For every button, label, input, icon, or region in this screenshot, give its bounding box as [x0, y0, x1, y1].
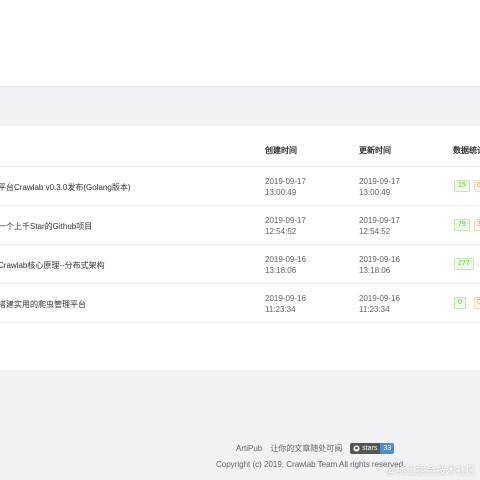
slogan-link[interactable]: 让你的文章随处可阅 — [270, 443, 342, 454]
created-time-cell: 2019-09-16 13:18:06 — [265, 254, 306, 276]
article-title-link[interactable]: 搭建实用的爬虫管理平台 — [0, 299, 86, 310]
updated-time: 12:54:52 — [359, 227, 391, 236]
updated-time-cell: 2019-09-16 11:23:34 — [359, 293, 400, 315]
badge-label: stars — [350, 443, 381, 454]
badge-label-text: stars — [362, 445, 378, 452]
header-row — [0, 34, 480, 87]
updated-time: 11:23:34 — [359, 305, 390, 314]
column-header-updated[interactable]: 更新时间 — [359, 145, 391, 156]
created-time: 11:23:34 — [265, 305, 296, 314]
github-icon — [353, 445, 360, 452]
github-stars-badge[interactable]: stars 33 — [350, 443, 395, 454]
created-time-cell: 2019-09-17 13:00:49 — [265, 176, 306, 198]
article-title-link[interactable]: Crawlab核心原理--分布式架构 — [0, 260, 105, 271]
updated-date: 2019-09-17 — [359, 177, 400, 186]
updated-date: 2019-09-16 — [359, 294, 400, 303]
top-bar — [0, 0, 480, 35]
badge-count: 33 — [380, 443, 395, 454]
table-row[interactable]: Crawlab核心原理--分布式架构 2019-09-16 13:18:06 2… — [0, 245, 480, 284]
created-time: 12:54:52 — [265, 227, 297, 236]
updated-time-cell: 2019-09-17 12:54:52 — [359, 215, 400, 237]
updated-time-cell: 2019-09-17 13:00:49 — [359, 176, 400, 198]
created-time-cell: 2019-09-17 12:54:52 — [265, 215, 306, 237]
table-row[interactable]: 搭建实用的爬虫管理平台 2019-09-16 11:23:34 2019-09-… — [0, 284, 480, 323]
column-header-created[interactable]: 创建时间 — [265, 145, 297, 156]
article-table: 创建时间 更新时间 数据统计 平台Crawlab v0.3.0发布(Golang… — [0, 134, 480, 323]
column-header-stats: 数据统计 — [453, 146, 480, 155]
created-date: 2019-09-17 — [265, 216, 306, 225]
updated-time: 13:00:49 — [359, 188, 391, 197]
created-date: 2019-09-17 — [265, 177, 306, 186]
copyright-text: Copyright (c) 2019, Crawlab Team All rig… — [216, 460, 406, 469]
stat-tag-green: 277 — [454, 258, 474, 270]
created-time-cell: 2019-09-16 11:23:34 — [265, 293, 306, 315]
updated-time: 13:18:06 — [359, 266, 391, 275]
table-header: 创建时间 更新时间 数据统计 — [0, 134, 480, 167]
watermark: @稀土掘金技术社区 — [386, 466, 476, 477]
article-table-card: 创建时间 更新时间 数据统计 平台Crawlab v0.3.0发布(Golang… — [0, 126, 480, 370]
stat-tag-green: 15 — [454, 180, 470, 192]
stat-tag-green: 0 — [454, 297, 466, 309]
updated-date: 2019-09-17 — [359, 216, 400, 225]
created-time: 13:00:49 — [265, 188, 297, 197]
stat-tag-orange: 3 — [474, 219, 480, 231]
created-date: 2019-09-16 — [265, 294, 306, 303]
stat-tag-green: 79 — [454, 219, 470, 231]
created-time: 13:18:06 — [265, 266, 297, 275]
article-title-link[interactable]: 平台Crawlab v0.3.0发布(Golang版本) — [0, 182, 130, 193]
table-row[interactable]: 平台Crawlab v0.3.0发布(Golang版本) 2019-09-17 … — [0, 167, 480, 206]
stat-tag-orange: 6 — [474, 180, 480, 192]
table-row[interactable]: 一个上千Star的Github项目 2019-09-17 12:54:52 20… — [0, 206, 480, 245]
updated-date: 2019-09-16 — [359, 255, 400, 264]
updated-time-cell: 2019-09-16 13:18:06 — [359, 254, 400, 276]
article-title-link[interactable]: 一个上千Star的Github项目 — [0, 221, 92, 232]
artipub-link[interactable]: ArtiPub — [236, 444, 262, 453]
footer-links: ArtiPub 让你的文章随处可阅 stars 33 — [236, 443, 395, 454]
stat-tag-orange: 0 — [474, 297, 480, 309]
created-date: 2019-09-16 — [265, 255, 306, 264]
